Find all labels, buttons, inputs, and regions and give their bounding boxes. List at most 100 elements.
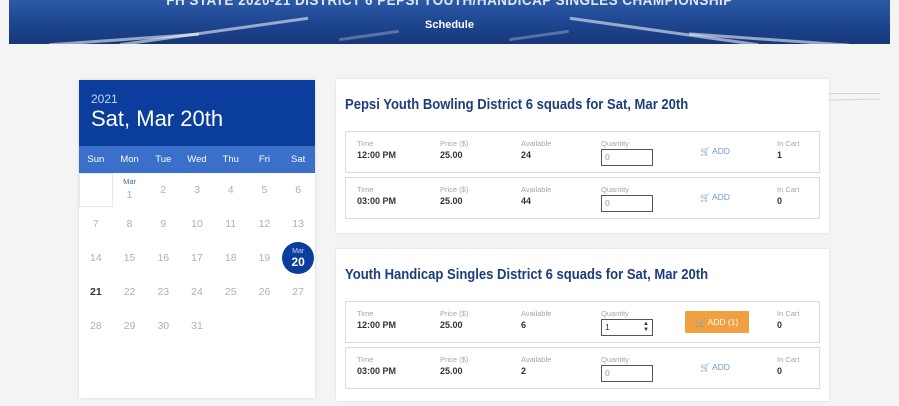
squad-row: Time 03:00 PM Price ($) 25.00 Available 2 Q… xyxy=(345,347,820,389)
in-cart-label: In Cart xyxy=(777,185,800,194)
time-label: Time xyxy=(357,309,374,318)
available-label: Available xyxy=(521,139,552,148)
calendar-day[interactable]: 12 xyxy=(248,207,282,241)
banner-streak xyxy=(509,29,569,42)
add-to-cart-button-active[interactable]: 🛒 ADD (1) xyxy=(685,311,749,333)
stepper-arrows-icon[interactable]: ▲ ▼ xyxy=(643,321,649,333)
squad-available: 6 xyxy=(521,320,527,330)
calendar-day[interactable]: 14 xyxy=(79,241,113,275)
calendar-day[interactable]: 2 xyxy=(146,173,180,207)
squad-row: Time 12:00 PM Price ($) 25.00 Available 24 … xyxy=(345,131,820,173)
squad-time: 12:00 PM xyxy=(357,150,397,160)
calendar-blank-cell xyxy=(79,173,113,207)
available-label: Available xyxy=(521,355,552,364)
calendar-day[interactable]: 6 xyxy=(281,173,315,207)
in-cart-count: 0 xyxy=(777,320,783,330)
calendar-day[interactable]: 7 xyxy=(79,207,113,241)
calendar-day[interactable]: 18 xyxy=(214,241,248,275)
quantity-stepper[interactable]: 1 ▲ ▼ xyxy=(601,319,653,336)
calendar-day[interactable]: 31 xyxy=(180,309,214,343)
selected-day-badge: Mar 20 xyxy=(282,242,315,274)
shopping-cart-icon: 🛒 xyxy=(695,317,706,327)
calendar-header: 2021 Sat, Mar 20th xyxy=(79,80,315,146)
quantity-label: Quantity xyxy=(601,309,629,318)
shopping-cart-icon: 🛒 xyxy=(700,146,710,156)
time-label: Time xyxy=(357,355,374,364)
weekday-label: Tue xyxy=(155,154,172,165)
schedule-heading: Schedule xyxy=(425,19,474,31)
quantity-input[interactable]: 0 xyxy=(601,195,653,212)
weekday-label: Fri xyxy=(258,154,270,165)
available-label: Available xyxy=(521,309,552,318)
calendar-day[interactable]: 24 xyxy=(180,275,214,309)
calendar-day[interactable]: 28 xyxy=(79,309,113,343)
squad-available: 44 xyxy=(521,196,532,206)
calendar-day[interactable]: 8 xyxy=(113,207,147,241)
quantity-input[interactable]: 0 xyxy=(601,149,653,166)
calendar-day[interactable]: 16 xyxy=(146,241,180,275)
calendar-day[interactable]: 22 xyxy=(113,275,147,309)
calendar-day-today[interactable]: 21 xyxy=(79,275,113,309)
calendar-day[interactable]: 5 xyxy=(248,173,282,207)
calendar-day[interactable]: 17 xyxy=(180,241,214,275)
calendar-day[interactable]: 11 xyxy=(214,207,248,241)
add-to-cart-button[interactable]: 🛒 ADD xyxy=(700,362,730,372)
shopping-cart-icon: 🛒 xyxy=(700,362,710,372)
squad-panel-youth-handicap: Youth Handicap Singles District 6 squads… xyxy=(336,249,829,401)
price-label: Price ($) xyxy=(440,355,469,364)
calendar-day[interactable]: 4 xyxy=(214,173,248,207)
calendar-day[interactable]: 19 xyxy=(248,241,282,275)
in-cart-label: In Cart xyxy=(777,139,800,148)
add-to-cart-button[interactable]: 🛒 ADD xyxy=(700,146,730,156)
squad-time: 03:00 PM xyxy=(357,366,397,376)
date-picker-calendar: 2021 Sat, Mar 20th Sun Mon Tue Wed Thu F… xyxy=(79,80,315,398)
quantity-label: Quantity xyxy=(601,185,629,194)
squad-price: 25.00 xyxy=(440,366,463,376)
squad-price: 25.00 xyxy=(440,150,463,160)
price-label: Price ($) xyxy=(440,139,469,148)
price-label: Price ($) xyxy=(440,309,469,318)
calendar-day[interactable]: 23 xyxy=(146,275,180,309)
calendar-day[interactable]: 30 xyxy=(146,309,180,343)
calendar-day-selected[interactable]: Mar 20 xyxy=(281,241,315,275)
in-cart-count: 0 xyxy=(777,196,783,206)
weekday-label: Sat xyxy=(291,154,306,165)
squad-price: 25.00 xyxy=(440,196,463,206)
calendar-day[interactable]: 9 xyxy=(146,207,180,241)
in-cart-count: 1 xyxy=(777,150,783,160)
calendar-day[interactable]: 26 xyxy=(248,275,282,309)
squad-available: 24 xyxy=(521,150,532,160)
panel-title: Youth Handicap Singles District 6 squads… xyxy=(345,267,709,283)
quantity-label: Quantity xyxy=(601,139,629,148)
calendar-day[interactable]: 10 xyxy=(180,207,214,241)
squad-available: 2 xyxy=(521,366,527,376)
weekday-label: Mon xyxy=(120,154,139,165)
quantity-input[interactable]: 0 xyxy=(601,365,653,382)
weekday-label: Sun xyxy=(87,154,105,165)
available-label: Available xyxy=(521,185,552,194)
weekday-header: Sun Mon Tue Wed Thu Fri Sat xyxy=(79,146,315,173)
calendar-day[interactable]: 27 xyxy=(281,275,315,309)
add-to-cart-button[interactable]: 🛒 ADD xyxy=(700,192,730,202)
calendar-day[interactable]: 15 xyxy=(113,241,147,275)
calendar-day[interactable]: 3 xyxy=(180,173,214,207)
in-cart-count: 0 xyxy=(777,366,783,376)
calendar-day[interactable]: 29 xyxy=(113,309,147,343)
squad-price: 25.00 xyxy=(440,320,463,330)
squad-time: 12:00 PM xyxy=(357,320,397,330)
shopping-cart-icon: 🛒 xyxy=(700,192,710,202)
header-banner: FH STATE 2020-21 DISTRICT 6 PEPSI YOUTH/… xyxy=(9,0,890,44)
calendar-selected-date: Sat, Mar 20th xyxy=(91,106,224,131)
weekday-label: Wed xyxy=(187,154,207,165)
calendar-day[interactable]: 13 xyxy=(281,207,315,241)
calendar-year[interactable]: 2021 xyxy=(91,92,315,106)
squad-row: Time 12:00 PM Price ($) 25.00 Available 6 Q… xyxy=(345,301,820,343)
event-title: FH STATE 2020-21 DISTRICT 6 PEPSI YOUTH/… xyxy=(166,0,733,9)
calendar-day[interactable]: Mar 1 xyxy=(113,173,147,207)
quantity-label: Quantity xyxy=(601,355,629,364)
squad-row: Time 03:00 PM Price ($) 25.00 Available 44 … xyxy=(345,177,820,219)
time-label: Time xyxy=(357,139,374,148)
weekday-label: Thu xyxy=(222,154,239,165)
banner-streak xyxy=(339,29,399,42)
calendar-day[interactable]: 25 xyxy=(214,275,248,309)
